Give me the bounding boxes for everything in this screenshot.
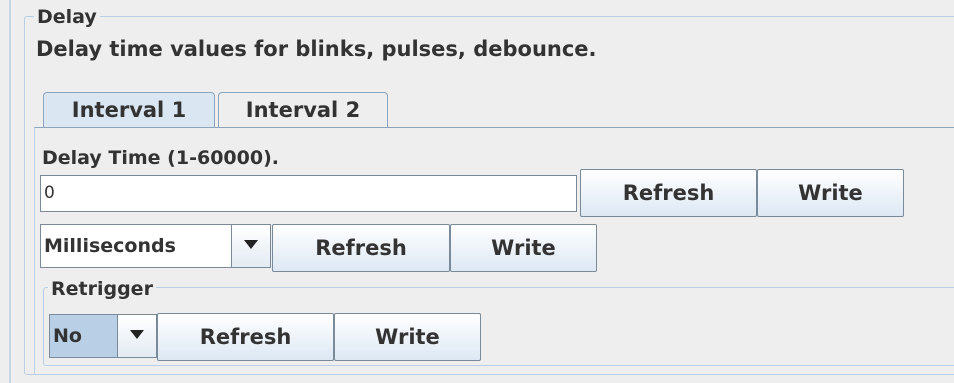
chevron-down-icon xyxy=(244,240,258,249)
retrigger-write-button[interactable]: Write xyxy=(334,313,481,361)
chevron-down-icon xyxy=(130,330,144,339)
panel-left-border xyxy=(9,0,11,383)
retrigger-dropdown-arrow[interactable] xyxy=(117,315,156,357)
delay-time-write-button[interactable]: Write xyxy=(757,169,904,217)
retrigger-refresh-button[interactable]: Refresh xyxy=(157,313,334,361)
units-selected-value: Milliseconds xyxy=(44,235,176,257)
units-refresh-button[interactable]: Refresh xyxy=(272,224,450,272)
units-dropdown-arrow[interactable] xyxy=(231,225,270,267)
delay-time-label: Delay Time (1-60000). xyxy=(42,147,279,169)
units-select[interactable]: Milliseconds xyxy=(40,224,271,268)
retrigger-select[interactable]: No xyxy=(49,314,157,358)
delay-time-refresh-button[interactable]: Refresh xyxy=(580,169,757,217)
retrigger-selected-value: No xyxy=(50,315,118,357)
delay-time-input[interactable]: 0 xyxy=(40,175,577,212)
delay-description: Delay time values for blinks, pulses, de… xyxy=(36,37,597,61)
tab-interval-2[interactable]: Interval 2 xyxy=(218,92,388,128)
retrigger-group-legend: Retrigger xyxy=(48,277,156,301)
delay-group-legend: Delay xyxy=(34,5,100,29)
tab-interval-1[interactable]: Interval 1 xyxy=(43,92,215,128)
units-write-button[interactable]: Write xyxy=(450,224,597,272)
